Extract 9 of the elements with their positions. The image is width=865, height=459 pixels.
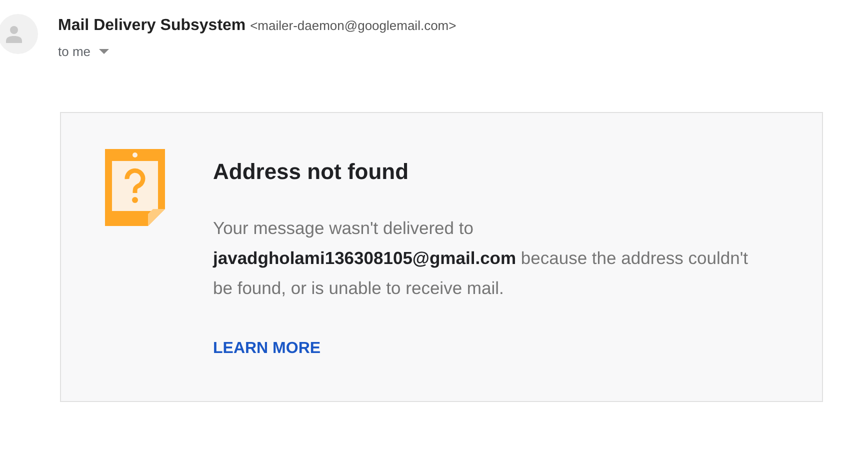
- notice-message: Your message wasn't delivered to javadgholami136308105@gmail.com because the address couldn't be found, or is unable to receive mail.: [213, 216, 750, 300]
- dropdown-caret-icon[interactable]: [98, 48, 109, 55]
- sender-name: Mail Delivery Subsystem: [58, 17, 246, 34]
- avatar-icon: [0, 14, 38, 54]
- learn-more-link[interactable]: LEARN MORE: [213, 336, 321, 361]
- notice-title: Address not found: [213, 158, 410, 185]
- sender-address: <mailer-daemon@googlemail.com>: [250, 18, 456, 33]
- recipient-label: to me: [58, 43, 91, 61]
- question-note-icon: [105, 148, 165, 226]
